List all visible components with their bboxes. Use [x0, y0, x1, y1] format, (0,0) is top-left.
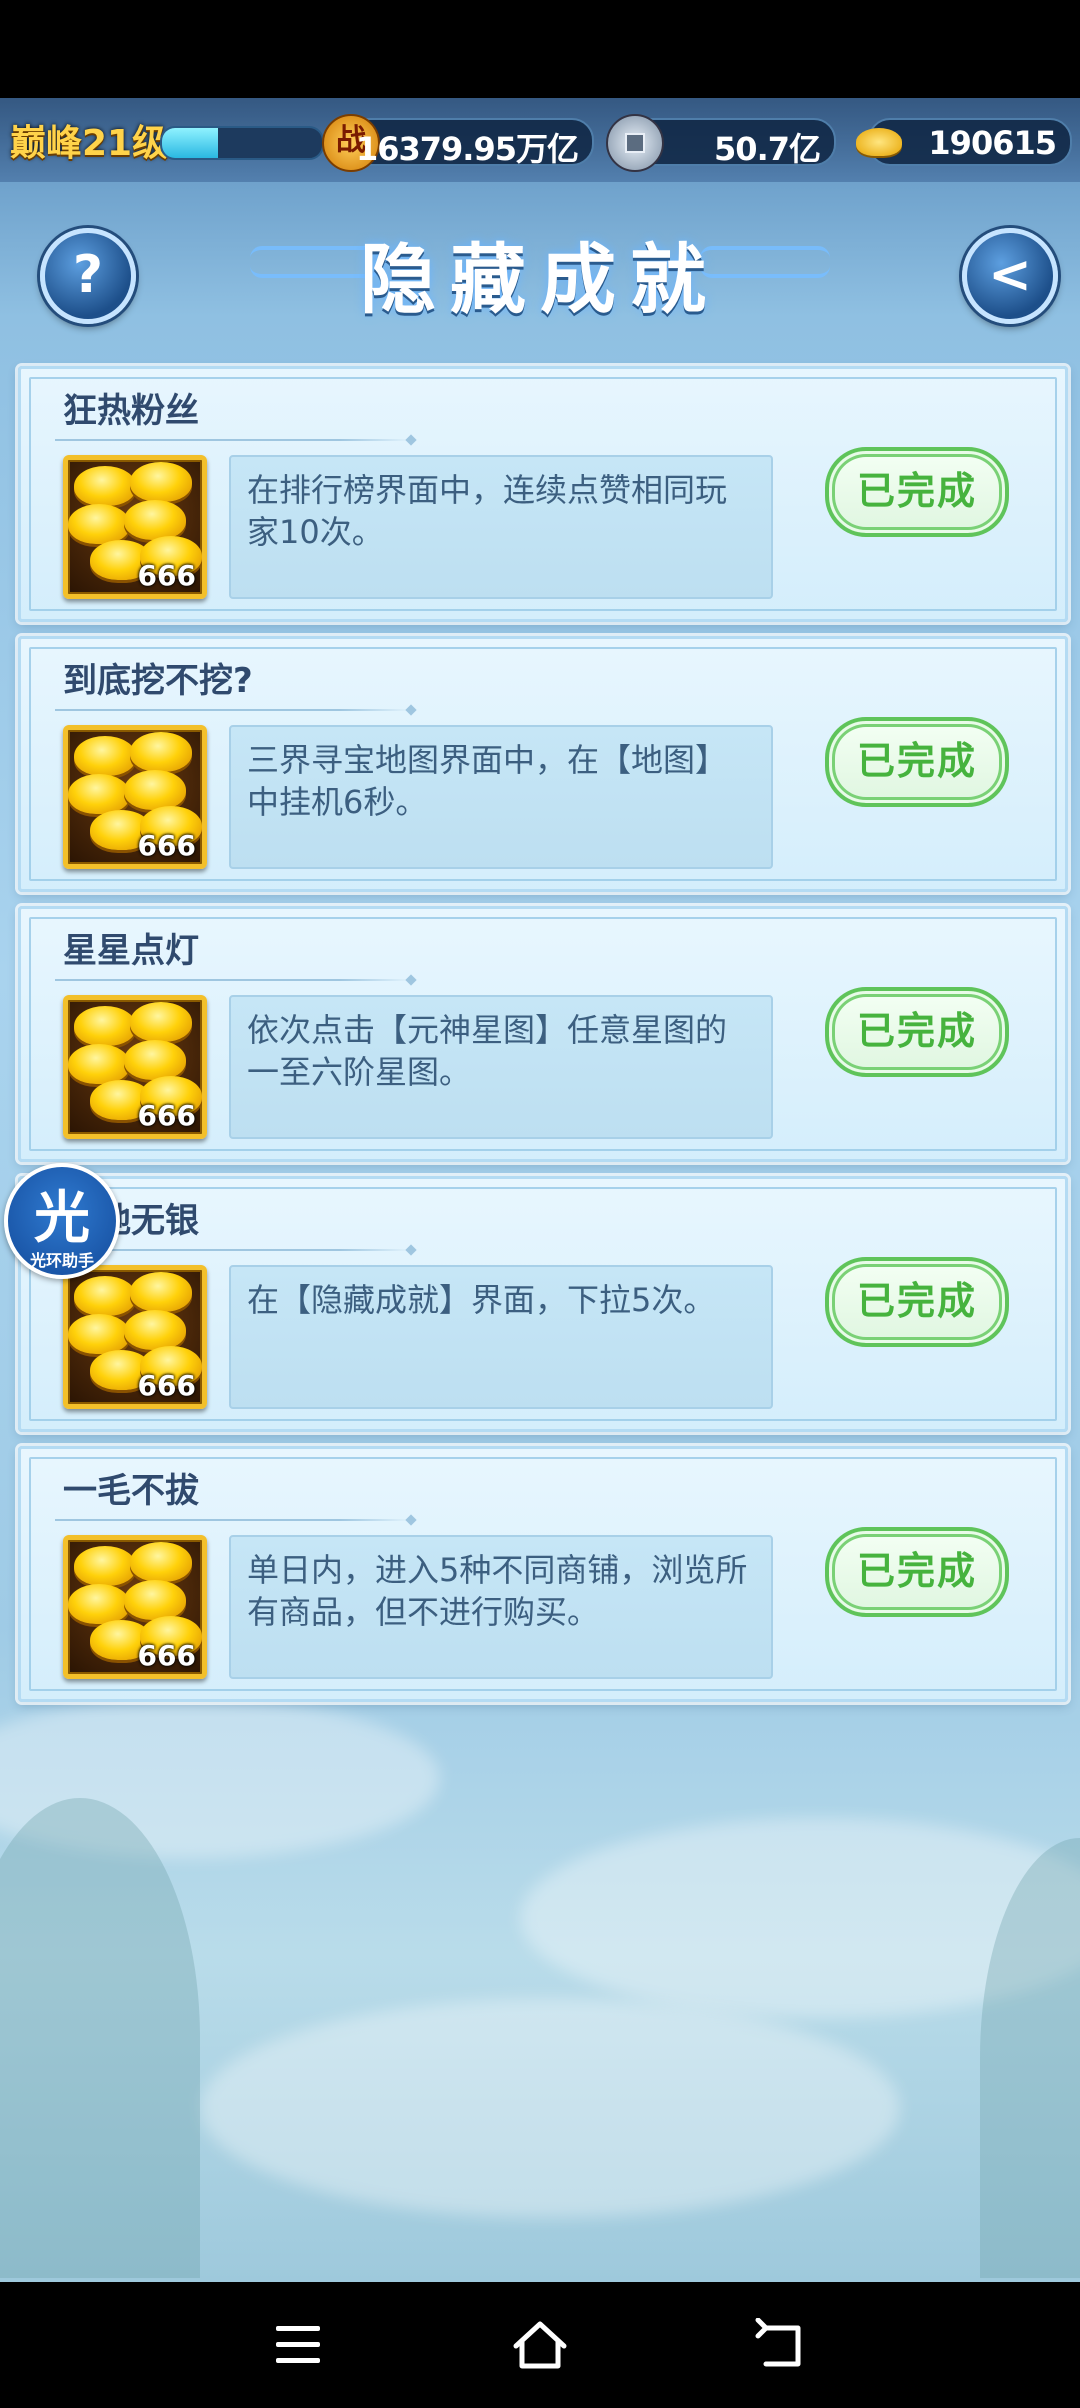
resource-bar: 巅峰21级 战 16379.95万亿 50.7亿 190615	[0, 98, 1080, 182]
peak-level: 巅峰21级	[10, 123, 169, 164]
reward-item[interactable]: 666	[63, 1265, 207, 1409]
reward-item[interactable]: 666	[63, 995, 207, 1139]
completed-label: 已完成	[856, 739, 977, 783]
title-divider	[55, 979, 411, 981]
completed-button[interactable]: 已完成	[825, 1527, 1009, 1617]
achievement-card: 星星点灯 666 依次点击【元神星图】任意星图的一至六阶星图。 已完成	[18, 906, 1068, 1162]
gold-ingot-icon	[68, 1314, 130, 1354]
achievement-title: 狂热粉丝	[63, 391, 199, 431]
achievement-card: 狂热粉丝 666 在排行榜界面中，连续点赞相同玩家10次。 已完成	[18, 366, 1068, 622]
reward-item[interactable]: 666	[63, 455, 207, 599]
achievement-title: 到底挖不挖?	[63, 661, 253, 701]
gold-ingot-icon	[124, 1310, 186, 1350]
gold-ingot-icon	[74, 1006, 136, 1046]
menu-icon[interactable]	[258, 2312, 338, 2378]
gold-display: 190615	[856, 118, 1072, 166]
completed-label: 已完成	[856, 469, 977, 513]
description-box: 在【隐藏成就】界面，下拉5次。	[229, 1265, 773, 1409]
back-button[interactable]: <	[962, 228, 1058, 324]
reward-count: 666	[137, 559, 196, 592]
gold-ingot-icon	[68, 504, 130, 544]
reward-count: 666	[137, 1099, 196, 1132]
assistant-label: 光环助手	[29, 1251, 94, 1270]
navigation-bar	[0, 2282, 1080, 2408]
mountain	[0, 1798, 200, 2278]
gold-ingot-icon	[852, 114, 906, 168]
gold-ingot-icon	[124, 1580, 186, 1620]
description-box: 在排行榜界面中，连续点赞相同玩家10次。	[229, 455, 773, 599]
completed-button[interactable]: 已完成	[825, 447, 1009, 537]
back-arrow-icon: <	[988, 245, 1032, 305]
gold-ingot-icon	[74, 736, 136, 776]
game-screen: 巅峰21级 战 16379.95万亿 50.7亿 190615 ? 隐藏成就 <…	[0, 98, 1080, 2282]
completed-label: 已完成	[856, 1009, 977, 1053]
gold-ingot-icon	[130, 732, 192, 772]
achievement-title: 一毛不拔	[63, 1471, 199, 1511]
gold-ingot-icon	[124, 500, 186, 540]
status-bar	[0, 0, 1080, 98]
silver-value: 50.7亿	[714, 130, 821, 168]
achievement-card: 一毛不拔 666 单日内，进入5种不同商铺，浏览所有商品，但不进行购买。 已完成	[18, 1446, 1068, 1702]
description-box: 单日内，进入5种不同商铺，浏览所有商品，但不进行购买。	[229, 1535, 773, 1679]
gold-ingot-icon	[130, 1002, 192, 1042]
gold-ingot-icon	[124, 1040, 186, 1080]
reward-count: 666	[137, 829, 196, 862]
achievement-card: 到底挖不挖? 666 三界寻宝地图界面中，在【地图】中挂机6秒。 已完成	[18, 636, 1068, 892]
gold-ingot-icon	[130, 462, 192, 502]
silver-display: 50.7亿	[606, 114, 836, 172]
gold-ingot-icon	[74, 466, 136, 506]
gold-ingot-icon	[130, 1542, 192, 1582]
back-icon[interactable]	[742, 2312, 822, 2378]
title-divider	[55, 709, 411, 711]
completed-button[interactable]: 已完成	[825, 717, 1009, 807]
gold-ingot-icon	[68, 1584, 130, 1624]
floating-assistant-button[interactable]: 光 光环助手	[4, 1163, 120, 1279]
achievement-description: 在排行榜界面中，连续点赞相同玩家10次。	[247, 471, 728, 551]
achievement-description: 依次点击【元神星图】任意星图的一至六阶星图。	[247, 1011, 728, 1091]
gold-ingot-icon	[74, 1546, 136, 1586]
cloud	[200, 1998, 900, 2218]
title-divider	[55, 1519, 411, 1521]
achievement-title: 星星点灯	[63, 931, 199, 971]
exp-bar	[160, 126, 324, 160]
achievement-description: 单日内，进入5种不同商铺，浏览所有商品，但不进行购买。	[247, 1551, 748, 1631]
reward-count: 666	[137, 1639, 196, 1672]
gold-ingot-icon	[124, 770, 186, 810]
description-box: 依次点击【元神星图】任意星图的一至六阶星图。	[229, 995, 773, 1139]
gold-ingot-icon	[130, 1272, 192, 1312]
gold-ingot-icon	[68, 774, 130, 814]
exp-fill	[162, 128, 218, 158]
completed-label: 已完成	[856, 1279, 977, 1323]
battle-power-display: 战 16379.95万亿	[322, 114, 594, 172]
title-divider	[55, 439, 411, 441]
gold-ingot-icon	[68, 1044, 130, 1084]
reward-item[interactable]: 666	[63, 1535, 207, 1679]
description-box: 三界寻宝地图界面中，在【地图】中挂机6秒。	[229, 725, 773, 869]
completed-button[interactable]: 已完成	[825, 987, 1009, 1077]
completed-label: 已完成	[856, 1549, 977, 1593]
achievement-description: 三界寻宝地图界面中，在【地图】中挂机6秒。	[247, 741, 728, 821]
silver-coin-icon	[606, 114, 664, 172]
page-title: 隐藏成就	[360, 235, 720, 324]
reward-item[interactable]: 666	[63, 725, 207, 869]
assistant-icon: 光	[34, 1186, 90, 1251]
gold-value: 190615	[928, 124, 1057, 162]
completed-button[interactable]: 已完成	[825, 1257, 1009, 1347]
reward-count: 666	[137, 1369, 196, 1402]
home-icon[interactable]	[500, 2312, 580, 2378]
achievement-card: 此地无银 666 在【隐藏成就】界面，下拉5次。 已完成	[18, 1176, 1068, 1432]
battle-power-value: 16379.95万亿	[355, 130, 579, 168]
gold-ingot-icon	[74, 1276, 136, 1316]
achievement-description: 在【隐藏成就】界面，下拉5次。	[247, 1281, 716, 1319]
